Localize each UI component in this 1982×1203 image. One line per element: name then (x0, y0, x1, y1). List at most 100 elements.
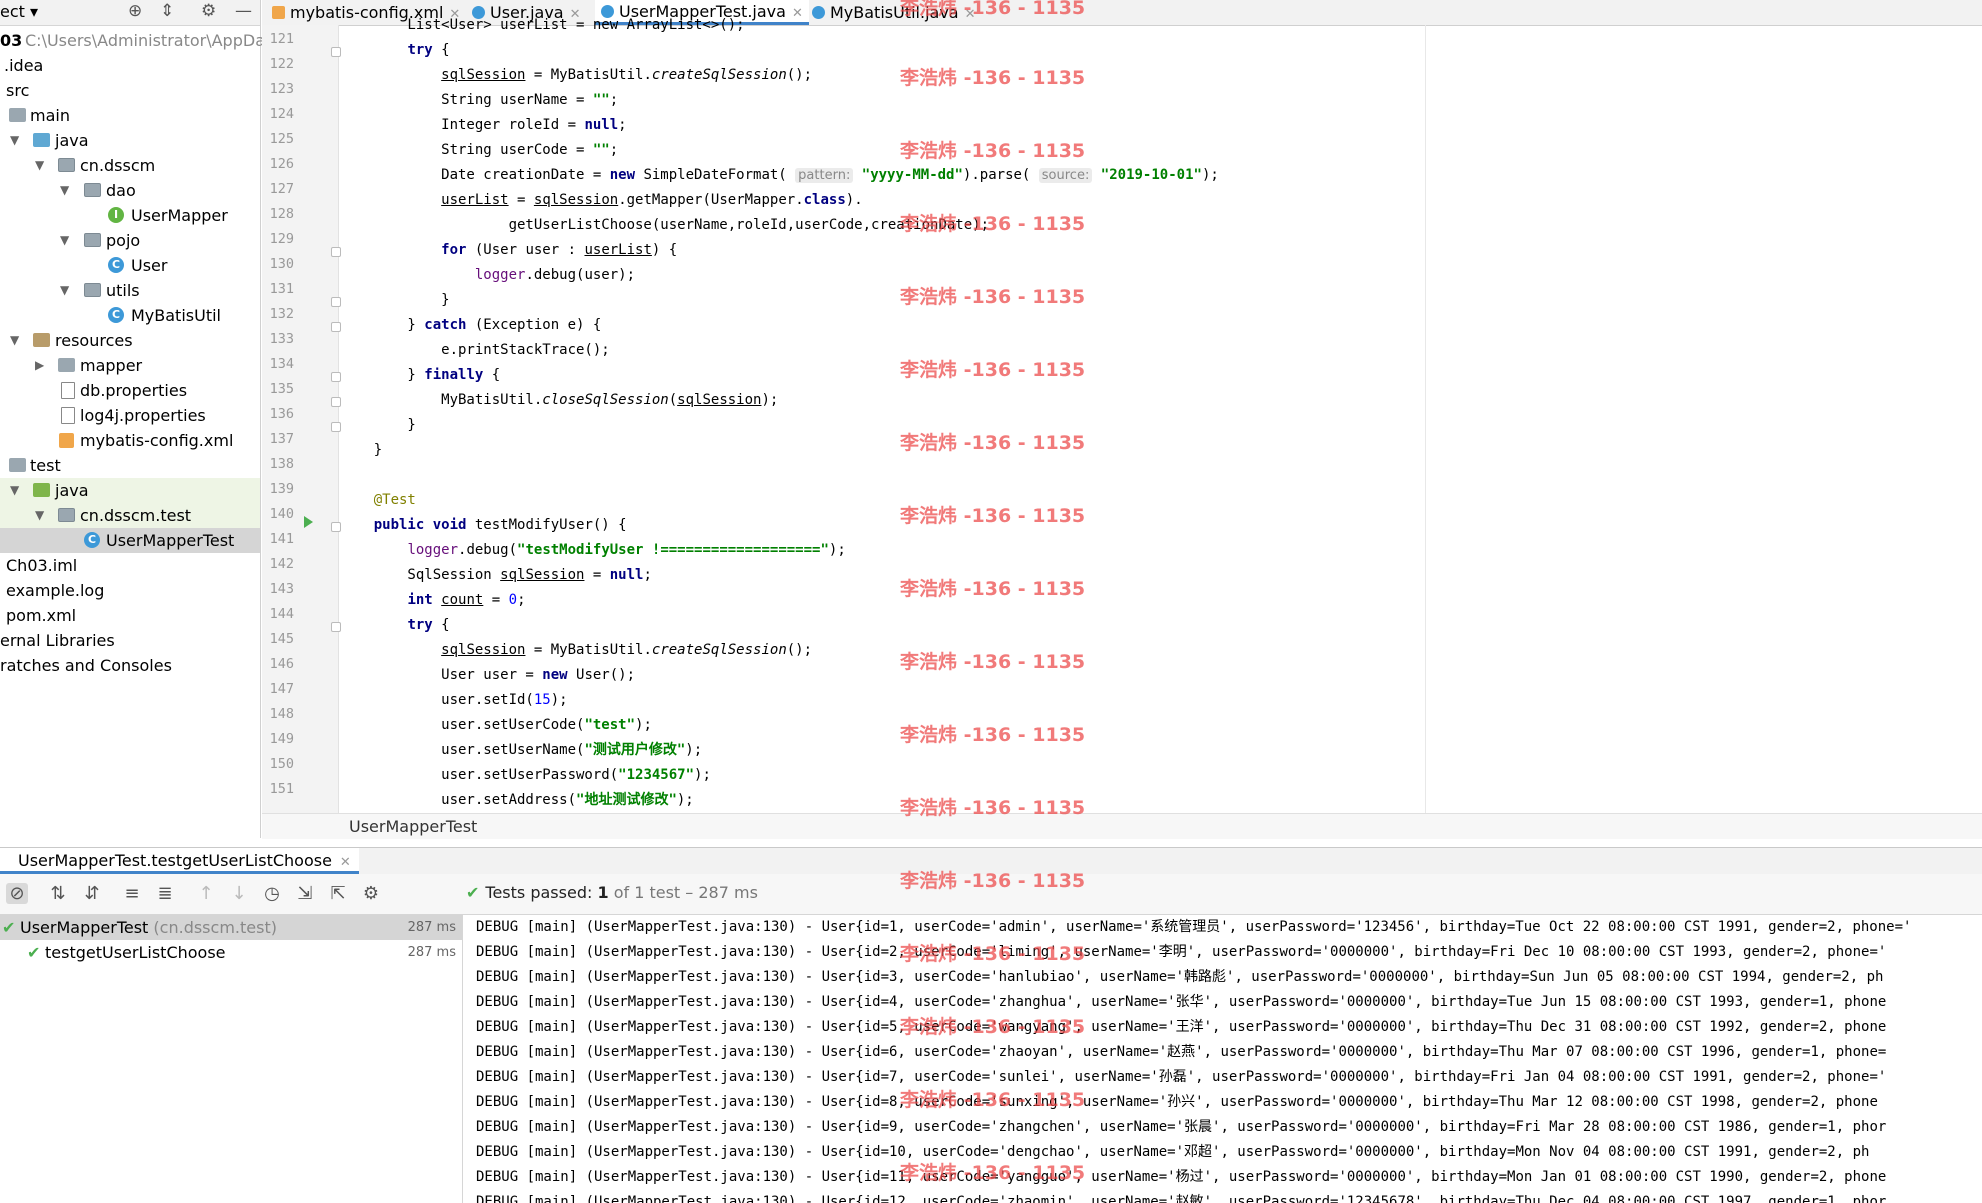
chevron-down-icon[interactable]: ▼ (60, 278, 69, 303)
chevron-down-icon[interactable]: ▼ (35, 153, 44, 178)
show-ignored-icon[interactable]: ⊘ (6, 883, 28, 904)
history-icon[interactable]: ◷ (261, 883, 283, 904)
locate-icon[interactable]: ⊕ (128, 1, 142, 21)
tree-item-test[interactable]: test (0, 453, 260, 478)
import-tests-icon[interactable]: ⇲ (294, 883, 316, 904)
code-line: user.setAddress("地址测试修改"); (340, 792, 694, 808)
package-icon (84, 233, 101, 247)
close-icon[interactable]: ✕ (965, 7, 976, 22)
console-line: DEBUG [main] (UserMapperTest.java:130) -… (476, 944, 1887, 960)
tree-item-example-log[interactable]: example.log (0, 578, 260, 603)
tree-item-cn-dsscm-test[interactable]: ▼ cn.dsscm.test (0, 503, 260, 528)
line-number: 149 (269, 731, 294, 747)
xml-file-icon (272, 6, 285, 19)
line-number: 143 (269, 581, 294, 597)
line-number: 130 (269, 256, 294, 272)
tree-item-java-test[interactable]: ▼ java (0, 478, 260, 503)
line-number: 123 (269, 81, 294, 97)
tree-item-cn-dsscm[interactable]: ▼ cn.dsscm (0, 153, 260, 178)
project-view-selector[interactable]: ect ▾ (0, 2, 38, 21)
line-number: 127 (269, 181, 294, 197)
test-folder-icon (33, 483, 50, 497)
code-line: e.printStackTrace(); (340, 342, 610, 358)
tree-item-db-properties[interactable]: db.properties (0, 378, 260, 403)
tree-item-idea[interactable]: .idea (0, 53, 260, 78)
tab-mybatisutil-java[interactable]: MyBatisUtil.java ✕ (812, 0, 976, 25)
tree-item-resources[interactable]: ▼ resources (0, 328, 260, 353)
tree-item-usermappertest[interactable]: C UserMapperTest (0, 528, 260, 553)
expand-all-icon[interactable]: ≡ (121, 883, 143, 904)
chevron-down-icon[interactable]: ▼ (10, 328, 19, 353)
code-line: user.setUserName("测试用户修改"); (340, 742, 703, 758)
tree-item-src[interactable]: src (0, 78, 260, 103)
line-number: 125 (269, 131, 294, 147)
folder-icon (58, 358, 75, 372)
tree-item-pom-xml[interactable]: pom.xml (0, 603, 260, 628)
tree-item-dao[interactable]: ▼ dao (0, 178, 260, 203)
breadcrumb-item[interactable]: UserMapperTest (349, 817, 477, 836)
gear-icon[interactable]: ⚙ (201, 1, 216, 21)
sort-duration-icon[interactable]: ⇵ (81, 883, 103, 904)
tree-item-scratches[interactable]: ratches and Consoles (0, 653, 260, 678)
line-number: 141 (269, 531, 294, 547)
test-case-row[interactable]: ✔ testgetUserListChoose 287 ms (0, 940, 462, 965)
tree-item-log4j-properties[interactable]: log4j.properties (0, 403, 260, 428)
chevron-right-icon[interactable]: ▶ (35, 353, 44, 378)
line-number: 131 (269, 281, 294, 297)
test-status: ✔ Tests passed: 1 of 1 test – 287 ms (466, 883, 758, 902)
tree-item-ch03-iml[interactable]: Ch03.iml (0, 553, 260, 578)
tree-item-java-main[interactable]: ▼ java (0, 128, 260, 153)
class-icon: C (108, 307, 124, 323)
line-number: 138 (269, 456, 294, 472)
line-number: 128 (269, 206, 294, 222)
tree-item-pojo[interactable]: ▼ pojo (0, 228, 260, 253)
run-tool-window-tabs: UserMapperTest.testgetUserListChoose ✕ (0, 847, 1982, 875)
line-number: 135 (269, 381, 294, 397)
collapse-all-icon[interactable]: ⇕ (160, 1, 174, 21)
code-editor[interactable]: List<User> userList = new ArrayList<>();… (340, 17, 1980, 813)
run-test-icon[interactable] (304, 516, 313, 528)
tree-item-usermapper[interactable]: I UserMapper (0, 203, 260, 228)
console-output[interactable]: DEBUG [main] (UserMapperTest.java:130) -… (463, 915, 1982, 1203)
gear-icon[interactable]: ⚙ (360, 883, 382, 904)
code-line: @Test (373, 492, 416, 508)
line-number: 140 (269, 506, 294, 522)
chevron-down-icon[interactable]: ▼ (60, 228, 69, 253)
tree-item-mapper[interactable]: ▶ mapper (0, 353, 260, 378)
parameter-hint: source: (1038, 168, 1093, 183)
chevron-down-icon[interactable]: ▼ (60, 178, 69, 203)
close-icon[interactable]: ✕ (340, 855, 351, 870)
tree-item-external-libraries[interactable]: ernal Libraries (0, 628, 260, 653)
code-line: for (User user : userList) { (441, 242, 678, 258)
collapse-all-icon[interactable]: ≣ (154, 883, 176, 904)
line-number: 122 (269, 56, 294, 72)
test-suite-row[interactable]: ✔ UserMapperTest (cn.dsscm.test) 287 ms (0, 915, 462, 940)
line-number: 124 (269, 106, 294, 122)
export-tests-icon[interactable]: ⇱ (327, 883, 349, 904)
tree-item-mybatis-config[interactable]: mybatis-config.xml (0, 428, 260, 453)
previous-failed-icon[interactable]: ↑ (195, 883, 217, 904)
tree-item-user[interactable]: C User (0, 253, 260, 278)
chevron-down-icon[interactable]: ▼ (10, 478, 19, 503)
chevron-down-icon[interactable]: ▼ (10, 128, 19, 153)
next-failed-icon[interactable]: ↓ (228, 883, 250, 904)
tree-item-mybatisutil[interactable]: C MyBatisUtil (0, 303, 260, 328)
console-line: DEBUG [main] (UserMapperTest.java:130) -… (476, 1194, 1887, 1203)
hide-icon[interactable]: — (235, 1, 252, 21)
code-line: } catch (Exception e) { (340, 317, 602, 333)
sort-alpha-icon[interactable]: ⇅ (47, 883, 69, 904)
editor-gutter[interactable]: 121 122 123 124 125 126 127 128 129 130 … (262, 25, 341, 813)
folder-icon (9, 458, 26, 472)
code-line: List<User> userList = new ArrayList<>(); (340, 17, 745, 33)
properties-file-icon (61, 382, 75, 399)
code-line: logger.debug(user); (474, 267, 636, 283)
code-line: userList = sqlSession.getMapper(UserMapp… (441, 192, 863, 208)
close-icon[interactable]: ✕ (792, 6, 803, 21)
line-number: 146 (269, 656, 294, 672)
tree-item-project-root[interactable]: 03 C:\Users\Administrator\AppData (0, 28, 281, 53)
chevron-down-icon[interactable]: ▼ (35, 503, 44, 528)
tab-run-config[interactable]: UserMapperTest.testgetUserListChoose ✕ (0, 848, 359, 874)
console-line: DEBUG [main] (UserMapperTest.java:130) -… (476, 919, 1912, 935)
tree-item-utils[interactable]: ▼ utils (0, 278, 260, 303)
tree-item-main[interactable]: main (0, 103, 260, 128)
